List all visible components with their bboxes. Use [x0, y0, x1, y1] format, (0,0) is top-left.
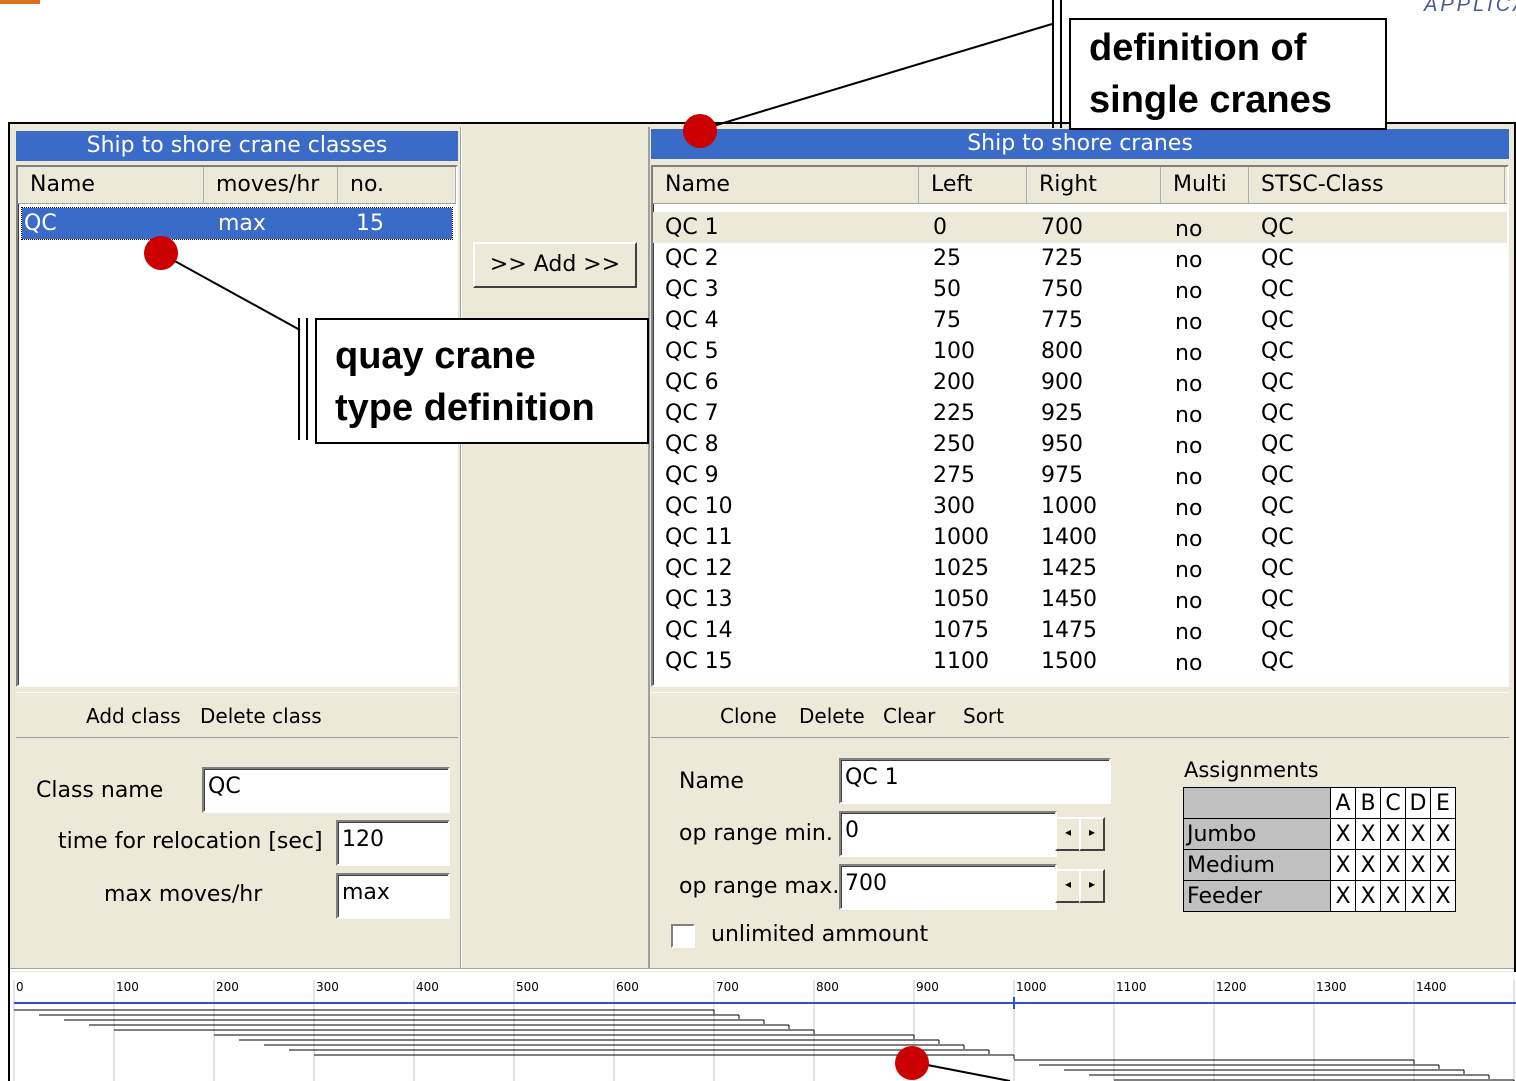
pointer-type-definition — [161, 253, 301, 331]
callout-pointer-lines — [161, 23, 1053, 1081]
marker-dot-classes — [144, 236, 178, 270]
marker-dot-cranes — [683, 114, 717, 148]
marker-dot-timeline — [895, 1046, 929, 1080]
pointer-single-cranes — [699, 23, 1053, 131]
